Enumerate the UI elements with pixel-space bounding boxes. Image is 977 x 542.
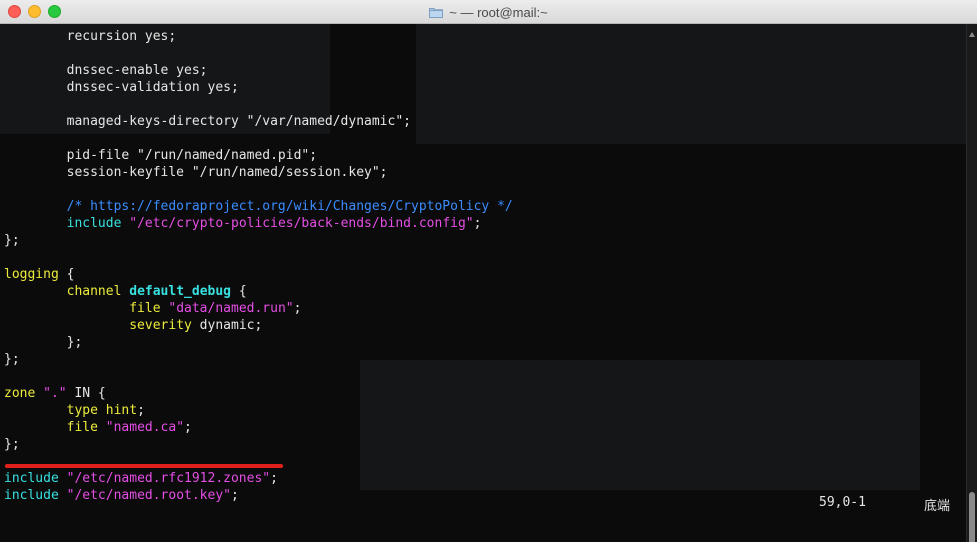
- code-token: "named.ca": [105, 420, 185, 435]
- code-line: recursion yes;: [4, 28, 177, 45]
- code-token: pid-file "/run/named/named.pid";: [4, 148, 318, 163]
- code-line: };: [4, 351, 20, 368]
- code-token: default_debug: [129, 284, 231, 299]
- code-token: ;: [473, 216, 482, 231]
- code-token: {: [58, 267, 75, 282]
- code-token: "/etc/named.rfc1912.zones": [66, 471, 271, 486]
- code-token: include: [4, 471, 59, 486]
- code-token: severity: [129, 318, 192, 333]
- code-token: session-keyfile "/run/named/session.key"…: [4, 165, 388, 180]
- code-line: include "/etc/crypto-policies/back-ends/…: [4, 215, 482, 232]
- code-token: type: [66, 403, 98, 418]
- code-token: "/etc/crypto-policies/back-ends/bind.con…: [129, 216, 474, 231]
- code-line: dnssec-validation yes;: [4, 79, 239, 96]
- scroll-up-arrow-icon[interactable]: [969, 32, 975, 37]
- code-token: ;: [184, 420, 192, 435]
- highlight-underline: [5, 464, 283, 468]
- code-token: file: [129, 301, 161, 316]
- folder-icon: [429, 7, 444, 18]
- code-token: logging: [4, 267, 59, 282]
- code-line: include "/etc/named.root.key";: [4, 487, 239, 504]
- window-title: ~ — root@mail:~: [449, 4, 548, 20]
- code-token: file: [66, 420, 98, 435]
- title-bar[interactable]: ~ — root@mail:~: [0, 0, 977, 24]
- code-line: managed-keys-directory "/var/named/dynam…: [4, 113, 411, 130]
- code-token: IN {: [66, 386, 106, 401]
- code-token: ;: [137, 403, 145, 418]
- code-line: };: [4, 232, 20, 249]
- window-title-group: ~ — root@mail:~: [0, 0, 977, 24]
- code-token: };: [4, 352, 20, 367]
- code-token: recursion yes;: [4, 29, 177, 44]
- code-line: include "/etc/named.rfc1912.zones";: [4, 470, 278, 487]
- code-token: };: [4, 335, 83, 350]
- code-token: include: [66, 216, 122, 231]
- code-token: ;: [270, 471, 278, 486]
- code-token: dnssec-validation yes;: [4, 80, 239, 95]
- code-line: logging {: [4, 266, 74, 283]
- code-line: file "named.ca";: [4, 419, 192, 436]
- code-line: session-keyfile "/run/named/session.key"…: [4, 164, 388, 181]
- code-token: "/etc/named.root.key": [66, 488, 231, 503]
- code-token: /* https://fedoraproject.org/wiki/Change…: [4, 199, 513, 214]
- code-token: zone: [4, 386, 36, 401]
- code-token: include: [4, 488, 59, 503]
- code-line: channel default_debug {: [4, 283, 247, 300]
- cursor-position: 59,0-1: [819, 495, 866, 510]
- vertical-scrollbar[interactable]: [966, 24, 977, 542]
- scrollbar-thumb[interactable]: [969, 492, 975, 542]
- code-line: severity dynamic;: [4, 317, 262, 334]
- code-token: channel: [66, 284, 122, 299]
- code-token: {: [231, 284, 247, 299]
- code-token: "data/named.run": [168, 301, 294, 316]
- code-token: managed-keys-directory "/var/named/dynam…: [4, 114, 411, 129]
- code-token: };: [4, 437, 20, 452]
- code-line: /* https://fedoraproject.org/wiki/Change…: [4, 198, 513, 215]
- code-token: ".": [43, 386, 67, 401]
- code-token: dnssec-enable yes;: [4, 63, 208, 78]
- code-line: zone "." IN {: [4, 385, 106, 402]
- code-line: pid-file "/run/named/named.pid";: [4, 147, 317, 164]
- code-token: dynamic;: [191, 318, 263, 333]
- code-line: type hint;: [4, 402, 145, 419]
- code-token: };: [4, 233, 20, 248]
- scroll-indicator: 底端: [924, 499, 951, 514]
- code-token: ;: [293, 301, 302, 316]
- code-line: dnssec-enable yes;: [4, 62, 208, 79]
- terminal-window: ~ — root@mail:~ recursion yes; dnssec-en…: [0, 0, 977, 542]
- code-line: file "data/named.run";: [4, 300, 301, 317]
- code-token: ;: [231, 488, 239, 503]
- code-line: };: [4, 334, 83, 351]
- code-line: };: [4, 436, 20, 453]
- code-token: hint: [105, 403, 138, 418]
